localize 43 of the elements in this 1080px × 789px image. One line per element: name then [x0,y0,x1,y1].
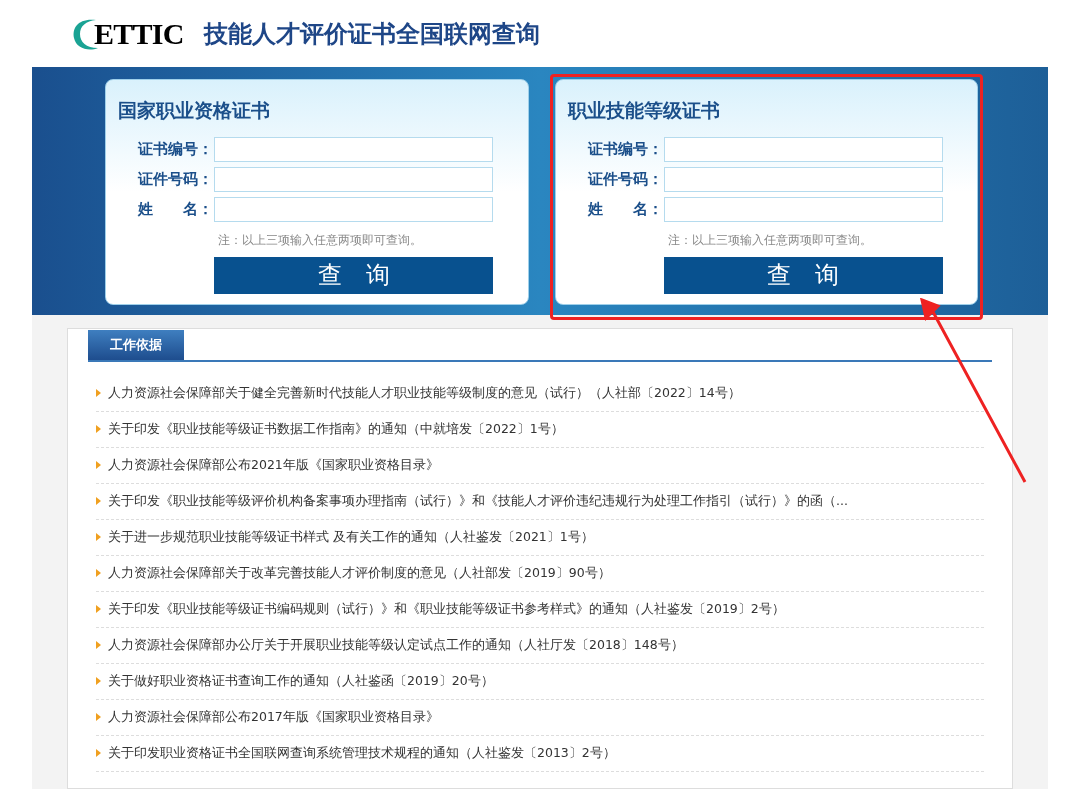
bullet-icon [96,425,101,433]
bullet-icon [96,605,101,613]
field-label: 姓 名： [137,198,214,220]
field-label: 证书编号： [586,138,664,160]
site-title: 技能人才评价证书全国联网查询 [203,18,540,50]
input-field[interactable] [214,136,493,162]
document-link[interactable]: 关于进一步规范职业技能等级证书样式 及有关工作的通知（人社鉴发〔2021〕1号） [108,527,594,547]
document-link[interactable]: 关于印发《职业技能等级证书编码规则（试行）》和《职业技能等级证书参考样式》的通知（人社鉴发〔2019〕2号） [108,599,785,619]
document-link[interactable]: 关于做好职业资格证书查询工作的通知（人社鉴函〔2019〕20号） [108,671,494,691]
note-text: 注：以上三项输入任意两项即可查询。 [666,231,873,249]
input-field[interactable] [663,136,943,162]
input-field[interactable] [663,196,943,222]
card-title: 国家职业资格证书 [118,98,271,123]
bullet-icon [96,713,101,721]
input-field[interactable] [214,166,493,192]
bullet-icon [96,533,101,541]
document-link[interactable]: 关于印发《职业技能等级评价机构备案事项办理指南（试行）》和《技能人才评价违纪违规行为处理工作指引（试行）》的函（... [108,491,848,511]
field-label: 证件号码： [136,168,214,190]
input-field[interactable] [214,196,493,222]
field-label: 证书编号： [136,138,214,160]
bullet-icon [96,461,101,469]
document-link[interactable]: 人力资源社会保障部关于健全完善新时代技能人才职业技能等级制度的意见（试行）（人社部〔2022〕14号） [108,383,741,403]
document-link[interactable]: 人力资源社会保障部公布2021年版《国家职业资格目录》 [108,455,439,475]
card-title: 职业技能等级证书 [567,98,721,123]
logo-text: ETTIC [94,16,184,52]
bullet-icon [96,389,101,397]
input-field[interactable] [663,166,943,192]
document-link[interactable]: 人力资源社会保障部关于改革完善技能人才评价制度的意见（人社部发〔2019〕90号） [108,563,611,583]
bullet-icon [96,677,101,685]
document-link[interactable]: 关于印发职业资格证书全国联网查询系统管理技术规程的通知（人社鉴发〔2013〕2号） [108,743,616,763]
query-button[interactable]: 查 询 [214,256,493,294]
query-button[interactable]: 查 询 [663,256,943,294]
bullet-icon [96,569,101,577]
section-tab[interactable]: 工作依据 [88,330,184,360]
field-label: 姓 名： [586,198,664,220]
bullet-icon [96,641,101,649]
bullet-icon [96,497,101,505]
document-link[interactable]: 人力资源社会保障部办公厅关于开展职业技能等级认定试点工作的通知（人社厅发〔2018〕148号） [108,635,684,655]
document-link[interactable]: 关于印发《职业技能等级证书数据工作指南》的通知（中就培发〔2022〕1号） [108,419,564,439]
document-link[interactable]: 人力资源社会保障部公布2017年版《国家职业资格目录》 [108,707,439,727]
field-label: 证件号码： [586,168,664,190]
bullet-icon [96,749,101,757]
note-text: 注：以上三项输入任意两项即可查询。 [217,231,423,249]
